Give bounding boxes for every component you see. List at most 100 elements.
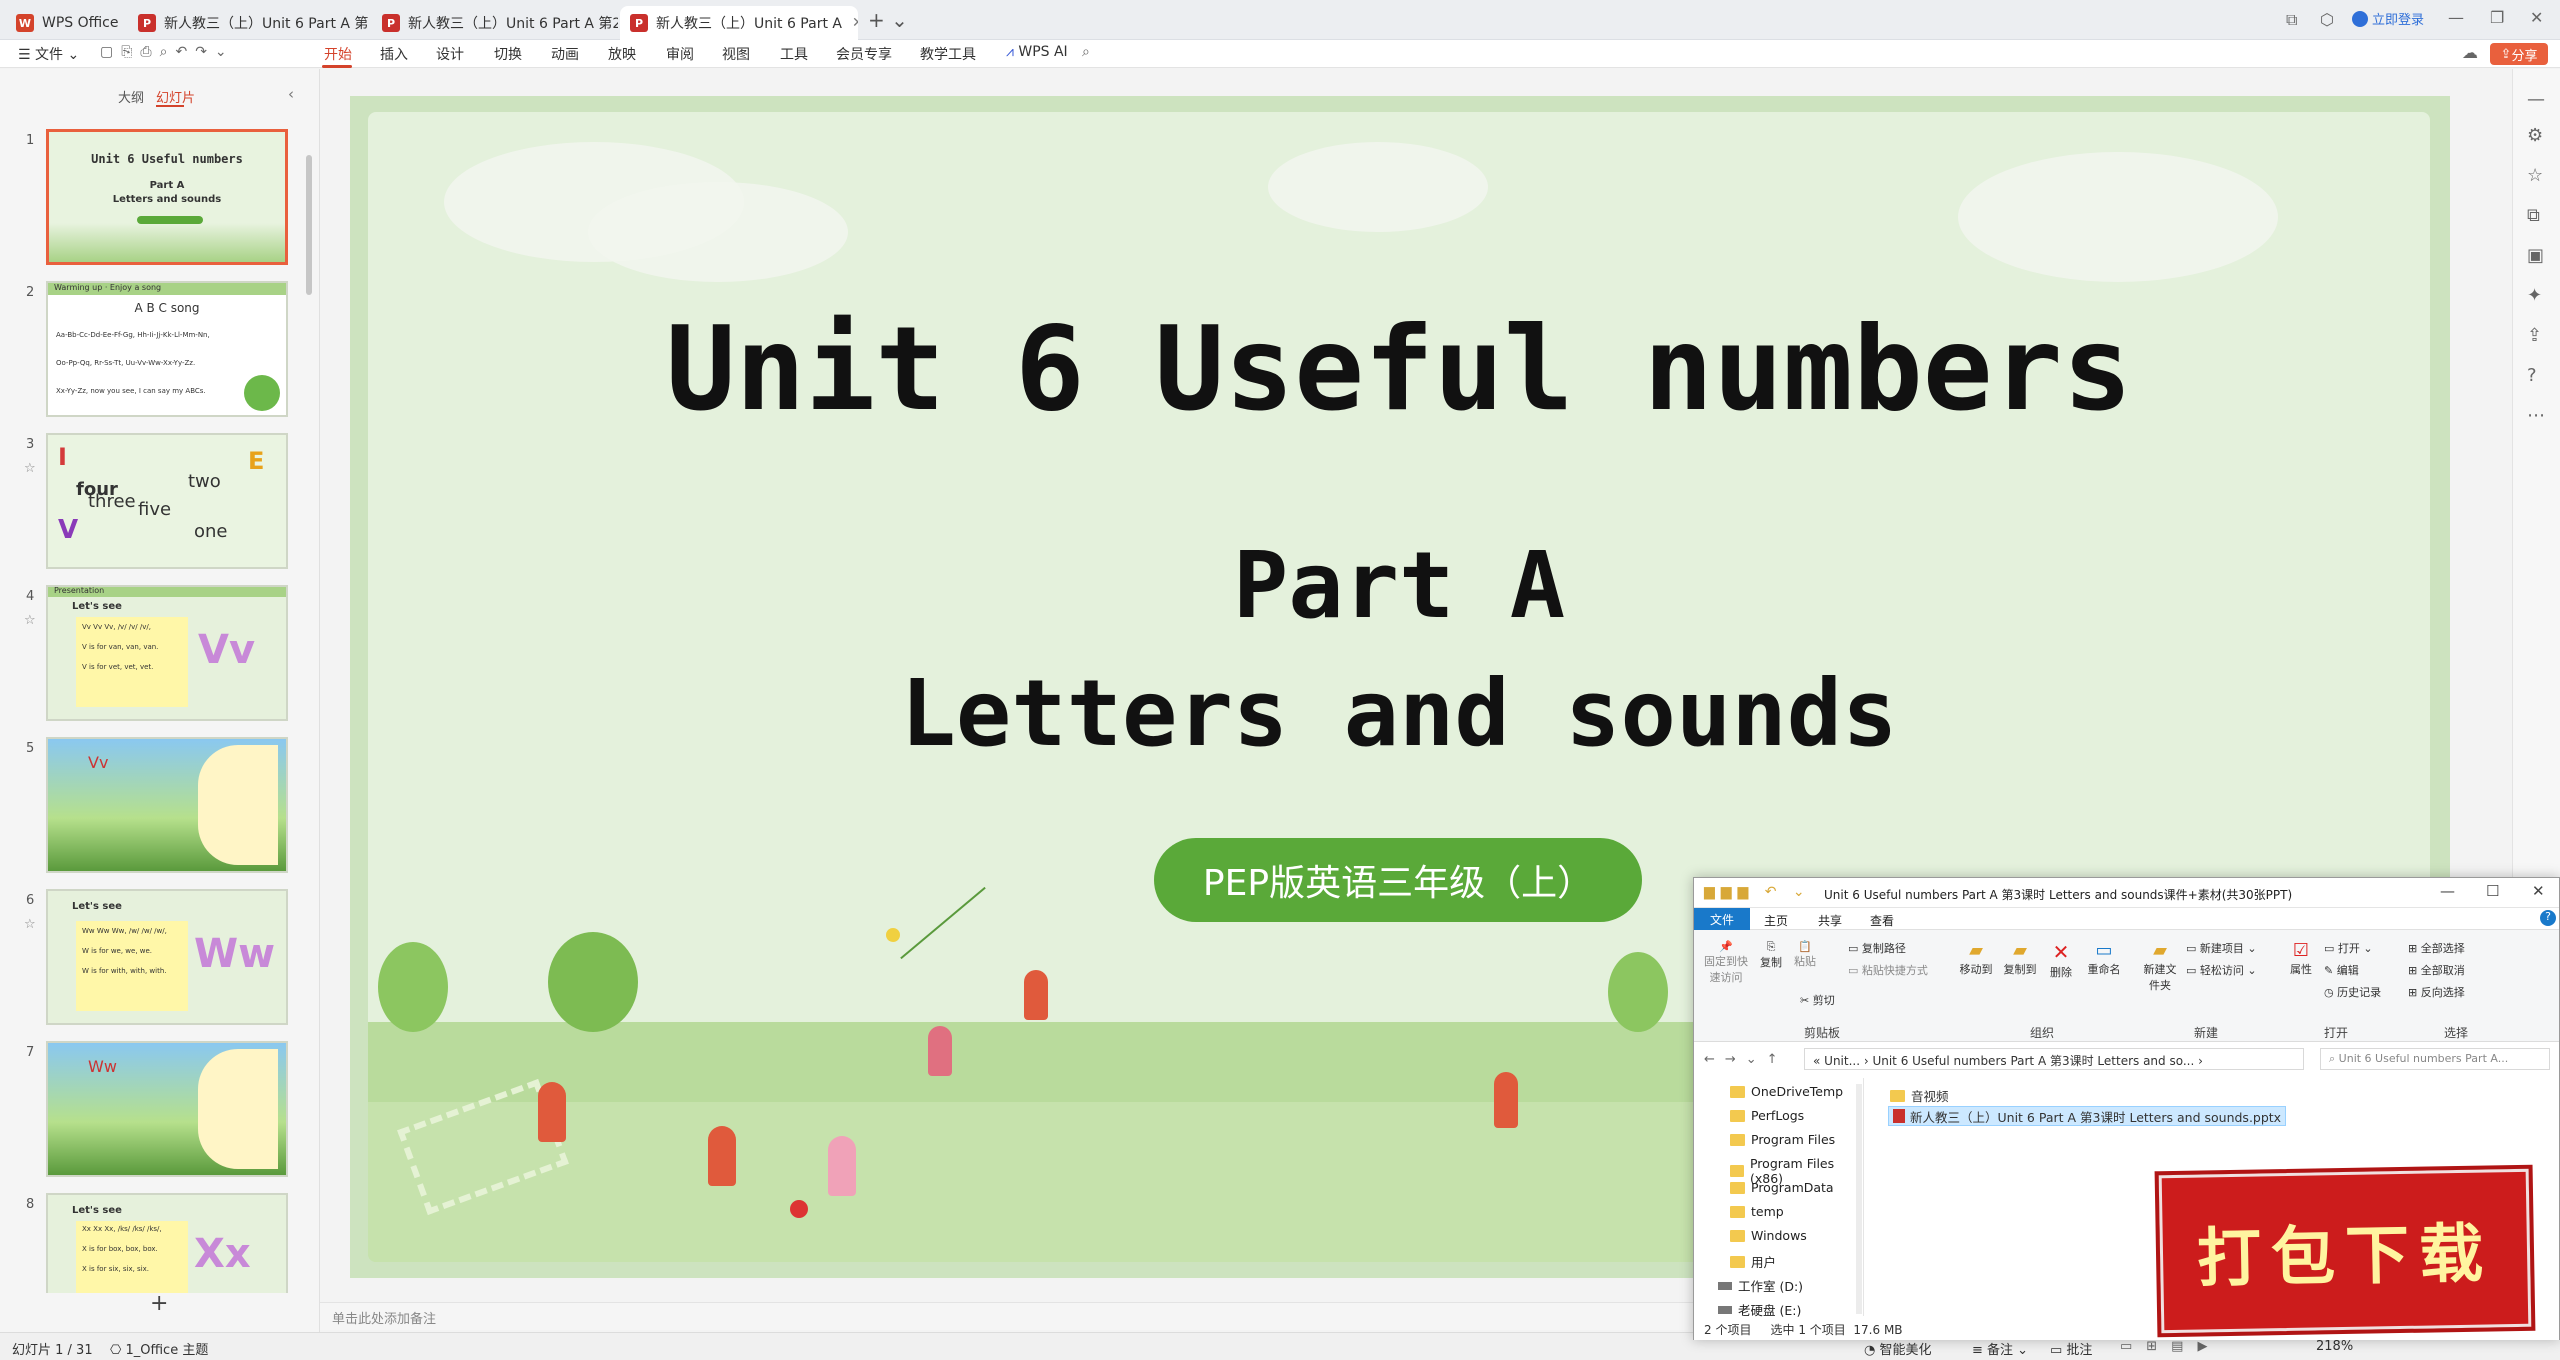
image-icon[interactable]: ▣ [2527, 245, 2544, 266]
address-bar[interactable]: « Unit... › Unit 6 Useful numbers Part A… [1804, 1048, 2304, 1070]
nav-item[interactable]: temp [1730, 1204, 1784, 1219]
tab-share[interactable]: 共享 [1818, 912, 1842, 929]
file-menu[interactable]: ☰ 文件 ⌄ [18, 44, 79, 64]
nav-drive[interactable]: 老硬盘 (E:) [1718, 1300, 1801, 1319]
select-none-button[interactable]: ⊞ 全部取消 [2408, 962, 2465, 978]
tab-insert[interactable]: 插入 [380, 44, 408, 64]
easy-access-button[interactable]: ▭ 轻松访问 ⌄ [2186, 962, 2257, 978]
add-slide-button[interactable]: + [150, 1291, 168, 1316]
delete-button[interactable]: ✕ 删除 [2044, 940, 2078, 980]
notes-toggle[interactable]: ≡ 备注 ⌄ [1972, 1339, 2028, 1358]
tab-teaching[interactable]: 教学工具 [920, 44, 976, 64]
help-icon[interactable]: ? [2527, 365, 2537, 386]
tab-file[interactable]: 文件 [1694, 908, 1750, 930]
wps-home-tab[interactable]: W WPS Office [6, 6, 126, 40]
slide-thumbnail-8[interactable]: Let's see Xx Xx Xx, /ks/ /ks/ /ks/, X is… [46, 1193, 288, 1293]
tab-review[interactable]: 审阅 [666, 44, 694, 64]
paste-button[interactable]: 📋 粘贴 [1790, 940, 1820, 969]
collapse-icon[interactable]: — [2527, 89, 2545, 110]
nav-item[interactable]: Windows [1730, 1228, 1807, 1243]
nav-item[interactable]: Program Files [1730, 1132, 1835, 1147]
theme-name[interactable]: ⎔ 1_Office 主题 [110, 1339, 208, 1358]
login-button[interactable]: 立即登录 [2352, 9, 2424, 28]
file-item-pptx[interactable]: 新人教三（上）Unit 6 Part A 第3课时 Letters and so… [1888, 1106, 2287, 1126]
close-window-icon[interactable]: ✕ [2530, 8, 2543, 27]
tab-slideshow[interactable]: 放映 [608, 44, 636, 64]
view-mode-icons[interactable]: ▭⊞▤▶ [2120, 1339, 2221, 1354]
slide-thumbnail-4[interactable]: Presentation Let's see Vv Vv Vv, /v/ /v/… [46, 585, 288, 721]
cut-button[interactable]: ✂ 剪切 [1800, 992, 1835, 1008]
nav-buttons[interactable]: ←→⌄↑ [1704, 1052, 1788, 1067]
magic-icon[interactable]: ✦ [2527, 285, 2542, 306]
copy-button[interactable]: ⎘ 复制 [1756, 940, 1786, 970]
copy-path-button[interactable]: ▭ 复制路径 [1848, 940, 1906, 956]
nav-drive[interactable]: 工作室 (D:) [1718, 1276, 1803, 1295]
nav-scrollbar[interactable] [1856, 1084, 1862, 1314]
slide-thumbnail-1[interactable]: Unit 6 Useful numbers Part A Letters and… [46, 129, 288, 265]
minimize-icon[interactable]: — [2448, 8, 2464, 27]
tab-animation[interactable]: 动画 [551, 44, 579, 64]
collapse-panel-icon[interactable]: ‹ [288, 85, 294, 103]
tab-tools[interactable]: 工具 [780, 44, 808, 64]
tab-view[interactable]: 查看 [1870, 912, 1894, 929]
copy-to-button[interactable]: ▰ 复制到 [2000, 940, 2040, 977]
file-item-folder[interactable]: 音视频 [1890, 1086, 1949, 1105]
nav-item[interactable]: 用户 [1730, 1252, 1776, 1271]
wps-ai-button[interactable]: ⩘ WPS AI [1006, 44, 1068, 60]
history-button[interactable]: ◷ 历史记录 [2324, 984, 2381, 1000]
move-to-button[interactable]: ▰ 移动到 [1956, 940, 1996, 977]
adjust-icon[interactable]: ⚙ [2527, 125, 2543, 146]
nav-item[interactable]: PerfLogs [1730, 1108, 1804, 1123]
properties-button[interactable]: ☑ 属性 [2284, 940, 2318, 977]
panel-scrollbar[interactable] [306, 155, 312, 295]
cube-icon[interactable]: ⬡ [2320, 10, 2334, 29]
tab-doc-1[interactable]: P 新人教三（上）Unit 6 Part A 第1课 [128, 6, 368, 40]
copy-icon[interactable]: ⧉ [2527, 205, 2540, 226]
pin-quick-access-button[interactable]: 📌 固定到快速访问 [1702, 940, 1750, 985]
tab-transition[interactable]: 切换 [494, 44, 522, 64]
tab-home[interactable]: 主页 [1764, 912, 1788, 929]
search-field[interactable]: ⌕ Unit 6 Useful numbers Part A... [2320, 1048, 2550, 1070]
restore-icon[interactable]: ❐ [2490, 8, 2504, 27]
quick-access-icons[interactable]: ▢⎘⎙⌕↶↷⌄ [100, 44, 235, 60]
edit-button[interactable]: ✎ 编辑 [2324, 962, 2359, 978]
close-tab-icon[interactable]: ✕ [852, 15, 858, 31]
tab-home[interactable]: 开始 [324, 44, 352, 64]
tab-doc-3[interactable]: P 新人教三（上）Unit 6 Part A ✕ [620, 6, 858, 40]
new-folder-button[interactable]: ▰ 新建文件夹 [2140, 940, 2180, 993]
smart-beautify-button[interactable]: ◔ 智能美化 [1864, 1339, 1932, 1358]
download-banner[interactable]: 打包下载 [2154, 1164, 2536, 1338]
cloud-sync-icon[interactable]: ☁ [2462, 43, 2478, 62]
slide-thumbnail-2[interactable]: Warming up · Enjoy a song A B C song Aa-… [46, 281, 288, 417]
zoom-level[interactable]: 218% [2316, 1339, 2353, 1354]
share-button[interactable]: ⇪ 分享 [2490, 43, 2548, 65]
minimize-icon[interactable]: — [2440, 882, 2455, 900]
tab-view[interactable]: 视图 [722, 44, 750, 64]
share-icon[interactable]: ⇪ [2527, 325, 2542, 346]
tab-slides[interactable]: 幻灯片 [156, 87, 195, 106]
nav-item[interactable]: OneDriveTemp [1730, 1084, 1843, 1099]
slide-thumbnail-3[interactable]: four two three five one I E V [46, 433, 288, 569]
maximize-icon[interactable]: ☐ [2486, 882, 2499, 900]
close-window-icon[interactable]: ✕ [2532, 882, 2545, 900]
slide-thumbnail-5[interactable]: Vv [46, 737, 288, 873]
slide-thumbnail-6[interactable]: Let's see Ww Ww Ww, /w/ /w/ /w/, W is fo… [46, 889, 288, 1025]
invert-selection-button[interactable]: ⊞ 反向选择 [2408, 984, 2465, 1000]
paste-shortcut-button[interactable]: ▭ 粘贴快捷方式 [1848, 962, 1928, 978]
help-icon[interactable]: ? [2540, 910, 2556, 926]
new-tab-icon[interactable]: + ⌄ [868, 8, 908, 32]
star-icon[interactable]: ☆ [2527, 165, 2543, 186]
slide-thumbnail-7[interactable]: Ww [46, 1041, 288, 1177]
comment-toggle[interactable]: ▭ 批注 [2050, 1339, 2092, 1358]
tab-outline[interactable]: 大纲 [118, 87, 144, 106]
select-all-button[interactable]: ⊞ 全部选择 [2408, 940, 2465, 956]
open-button[interactable]: ▭ 打开 ⌄ [2324, 940, 2373, 956]
tab-member[interactable]: 会员专享 [836, 44, 892, 64]
search-icon[interactable]: ⌕ [1082, 44, 1090, 60]
rename-button[interactable]: ▭ 重命名 [2084, 940, 2124, 977]
tab-design[interactable]: 设计 [436, 44, 464, 64]
window-mode-icon[interactable]: ⧉ [2286, 10, 2297, 30]
nav-item[interactable]: ProgramData [1730, 1180, 1834, 1195]
new-item-button[interactable]: ▭ 新建项目 ⌄ [2186, 940, 2257, 956]
tab-doc-2[interactable]: P 新人教三（上）Unit 6 Part A 第2课 [372, 6, 618, 40]
